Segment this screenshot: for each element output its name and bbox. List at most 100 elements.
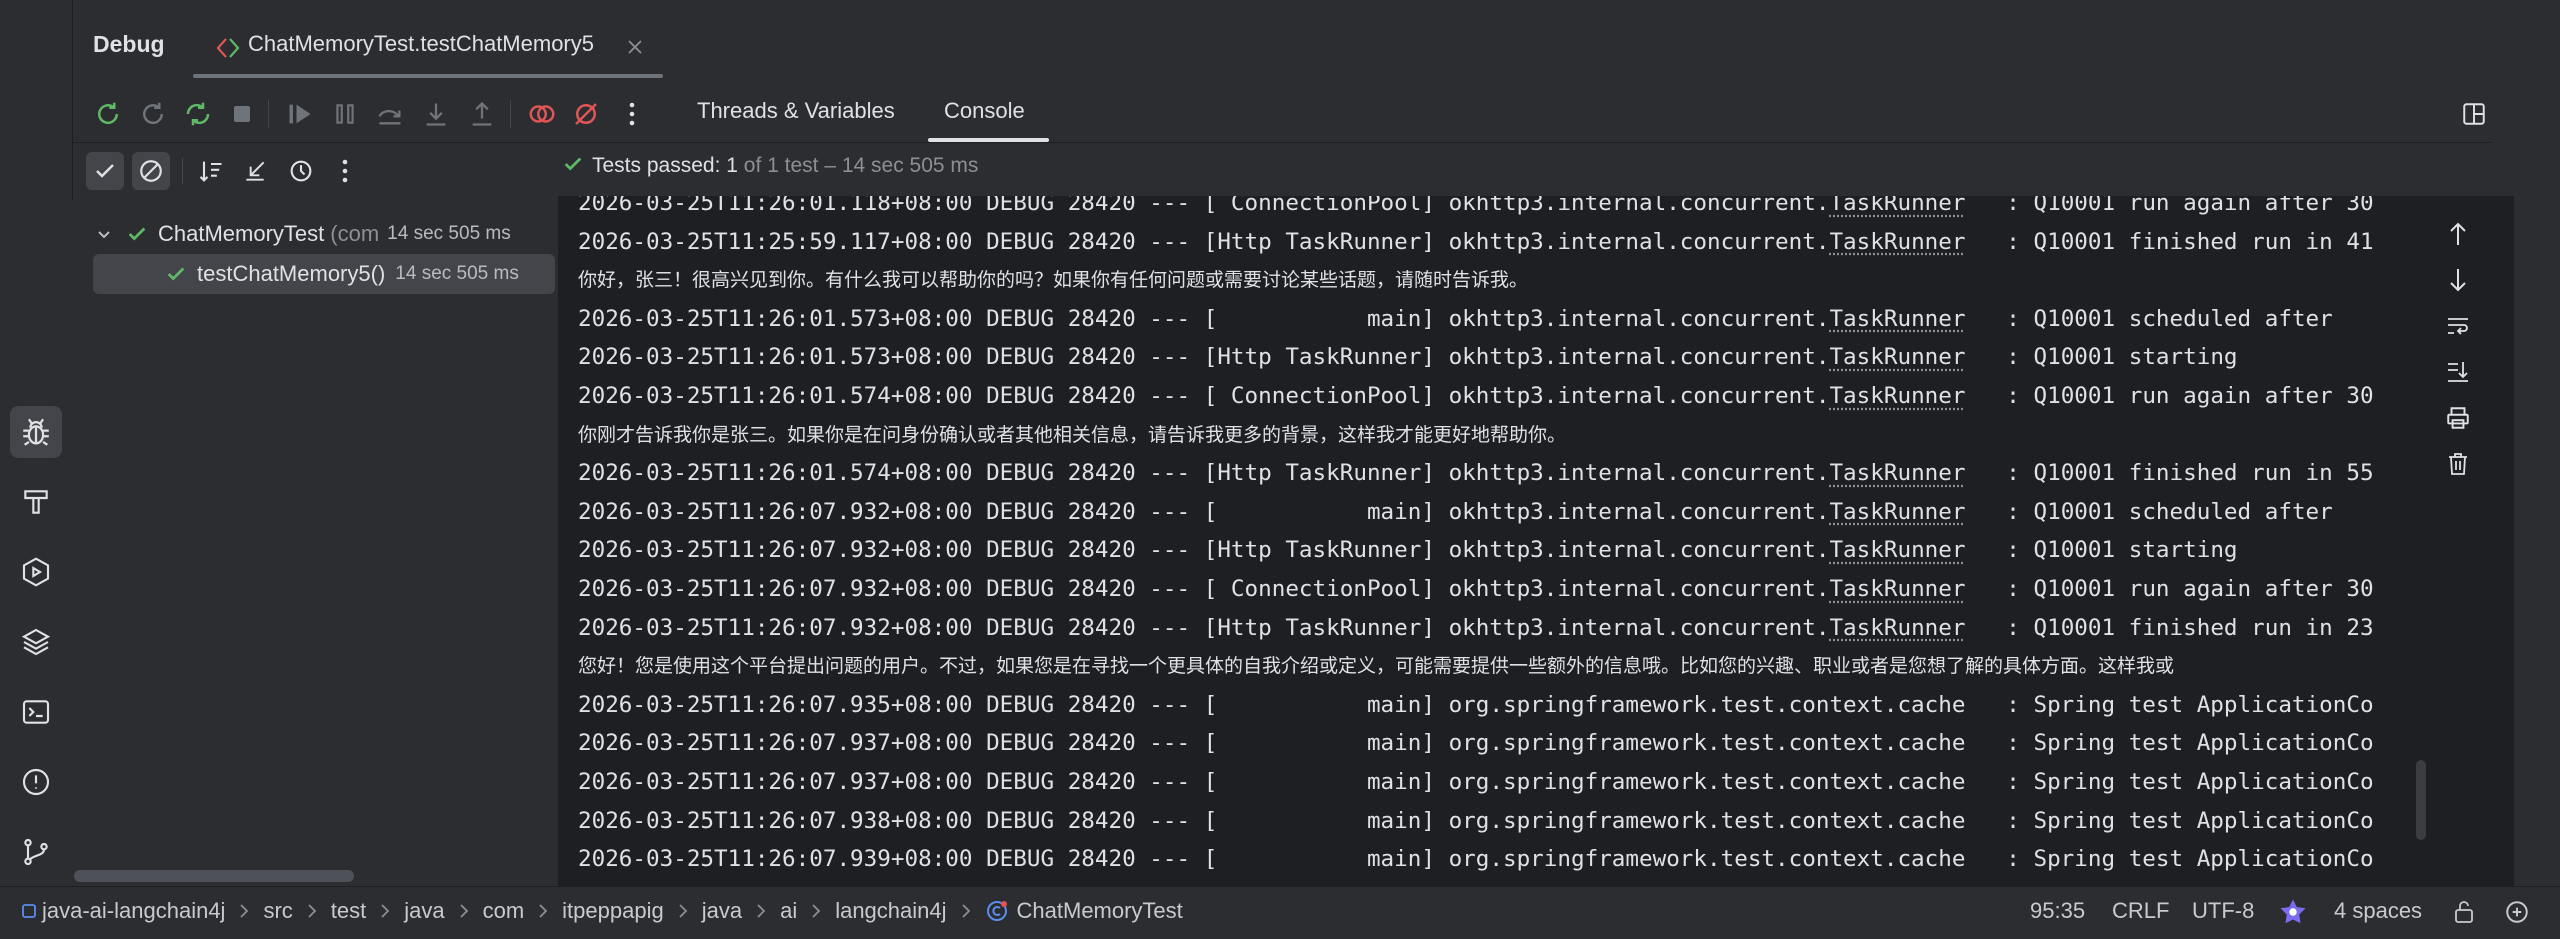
soft-wrap-icon[interactable] [2440, 308, 2476, 344]
indent-setting[interactable]: 4 spaces [2334, 898, 2422, 924]
class-icon [985, 899, 1009, 923]
breadcrumb-item[interactable]: ChatMemoryTest [985, 898, 1183, 924]
console-actions-bar [2424, 196, 2514, 886]
breadcrumb-item[interactable]: java [702, 898, 742, 924]
breadcrumb-item[interactable]: test [331, 898, 366, 924]
log-message: : Q10001 run again after 30 [1965, 383, 2373, 409]
build-icon[interactable] [10, 476, 62, 528]
class-link[interactable]: TaskRunner [1829, 196, 1965, 216]
file-encoding[interactable]: UTF-8 [2192, 898, 2254, 924]
breadcrumb-label: com [483, 898, 525, 924]
arrow-up-icon[interactable] [2440, 216, 2476, 252]
services-icon[interactable] [10, 546, 62, 598]
ai-assistant-icon[interactable] [2278, 897, 2308, 927]
collapse-icon[interactable] [236, 152, 274, 190]
tree-row-root[interactable]: ChatMemoryTest (com 14 sec 505 ms [96, 214, 511, 254]
step-into-icon[interactable] [416, 94, 456, 134]
breadcrumb-item[interactable]: itpeppapig [562, 898, 664, 924]
tree-root-time: 14 sec 505 ms [387, 223, 511, 245]
git-icon[interactable] [10, 826, 62, 878]
toolbar-divider [72, 142, 2492, 143]
show-passed-icon[interactable] [86, 152, 124, 190]
console-log-line: 2026-03-25T11:26:01.573+08:00 DEBUG 2842… [578, 338, 2374, 377]
tab-console[interactable]: Console [944, 98, 1025, 124]
rerun-icon[interactable] [88, 94, 128, 134]
class-link[interactable]: TaskRunner [1829, 499, 1965, 525]
breadcrumb-item[interactable]: java-ai-langchain4j [22, 898, 225, 924]
show-ignored-icon[interactable] [132, 152, 170, 190]
log-prefix: 2026-03-25T11:26:07.932+08:00 DEBUG 2842… [578, 499, 1829, 525]
class-link[interactable]: TaskRunner [1829, 383, 1965, 409]
breadcrumb: java-ai-langchain4j src test java com itpeppa… [22, 898, 1183, 924]
class-link[interactable]: TaskRunner [1829, 615, 1965, 641]
layers-icon[interactable] [10, 616, 62, 668]
chevron-right-icon [961, 903, 971, 919]
tab-threads-variables[interactable]: Threads & Variables [697, 98, 895, 124]
class-link[interactable]: TaskRunner [1829, 344, 1965, 370]
layout-icon[interactable] [2454, 94, 2494, 134]
tests-passed-label: Tests passed: [592, 154, 720, 177]
mute-breakpoints-icon[interactable] [566, 94, 606, 134]
print-icon[interactable] [2440, 400, 2476, 436]
log-prefix: 2026-03-25T11:25:59.117+08:00 DEBUG 2842… [578, 229, 1829, 255]
log-prefix: 2026-03-25T11:26:01.574+08:00 DEBUG 2842… [578, 460, 1829, 486]
lock-icon[interactable] [2452, 899, 2476, 925]
console-log-line: 2026-03-25T11:26:01.573+08:00 DEBUG 2842… [578, 300, 2374, 339]
toolbar-separator [268, 100, 269, 128]
class-link[interactable]: TaskRunner [1829, 460, 1965, 486]
rerun-auto-icon[interactable] [178, 94, 218, 134]
trash-icon[interactable] [2440, 446, 2476, 482]
console-log-line: 2026-03-25T11:26:07.937+08:00 DEBUG 2842… [578, 724, 2374, 763]
class-link[interactable]: TaskRunner [1829, 229, 1965, 255]
notifications-icon[interactable] [2504, 899, 2530, 925]
breadcrumb-item[interactable]: src [263, 898, 292, 924]
session-tab[interactable]: ChatMemoryTest.testChatMemory5 [190, 18, 670, 78]
stop-icon[interactable] [222, 94, 262, 134]
class-link[interactable]: TaskRunner [1829, 576, 1965, 602]
scroll-to-end-icon[interactable] [2440, 354, 2476, 390]
console-output[interactable]: 2026-03-25T11:26:01.118+08:00 DEBUG 2842… [558, 196, 2426, 886]
breadcrumb-label: itpeppapig [562, 898, 664, 924]
breadcrumb-item[interactable]: com [483, 898, 525, 924]
more-icon[interactable] [326, 152, 364, 190]
breadcrumb-label: java [404, 898, 444, 924]
tree-row-child[interactable]: testChatMemory5() 14 sec 505 ms [93, 254, 555, 294]
more-icon[interactable] [612, 94, 652, 134]
tree-scrollbar[interactable] [74, 870, 354, 882]
line-separator[interactable]: CRLF [2112, 898, 2169, 924]
chevron-right-icon [239, 903, 249, 919]
resume-icon[interactable] [280, 94, 320, 134]
breadcrumb-item[interactable]: langchain4j [835, 898, 946, 924]
view-breakpoints-icon[interactable] [522, 94, 562, 134]
breadcrumb-item[interactable]: ai [780, 898, 797, 924]
rerun-failed-icon[interactable] [133, 94, 173, 134]
chevron-right-icon [307, 903, 317, 919]
arrow-down-icon[interactable] [2440, 262, 2476, 298]
step-over-icon[interactable] [370, 94, 410, 134]
close-icon[interactable] [626, 38, 644, 56]
tool-window-stripe [0, 0, 73, 886]
pause-icon[interactable] [325, 94, 365, 134]
tree-child-time: 14 sec 505 ms [395, 263, 519, 285]
tests-passed-count: 1 [726, 154, 738, 177]
module-icon [22, 904, 36, 918]
tree-root-hint: (com [330, 221, 379, 247]
console-scrollbar[interactable] [2416, 760, 2426, 840]
check-icon [562, 153, 584, 175]
status-bar: java-ai-langchain4j src test java com itpeppa… [0, 886, 2560, 939]
class-link[interactable]: TaskRunner [1829, 537, 1965, 563]
bug-icon[interactable] [10, 406, 62, 458]
cursor-position[interactable]: 95:35 [2030, 898, 2085, 924]
sort-icon[interactable] [192, 152, 230, 190]
breadcrumb-item[interactable]: java [404, 898, 444, 924]
terminal-icon[interactable] [10, 686, 62, 738]
problems-icon[interactable] [10, 756, 62, 808]
console-text: 你好，张三！很高兴见到你。有什么我可以帮助你的吗？如果你有任何问题或需要讨论某些… [578, 269, 1528, 291]
step-out-icon[interactable] [462, 94, 502, 134]
console-log-line: 2026-03-25T11:25:59.117+08:00 DEBUG 2842… [578, 223, 2374, 262]
history-icon[interactable] [282, 152, 320, 190]
console-log-line: 2026-03-25T11:26:07.932+08:00 DEBUG 2842… [578, 531, 2374, 570]
class-link[interactable]: TaskRunner [1829, 306, 1965, 332]
chevron-down-icon[interactable] [96, 226, 112, 242]
console-log-line: 2026-03-25T11:26:07.932+08:00 DEBUG 2842… [578, 570, 2374, 609]
